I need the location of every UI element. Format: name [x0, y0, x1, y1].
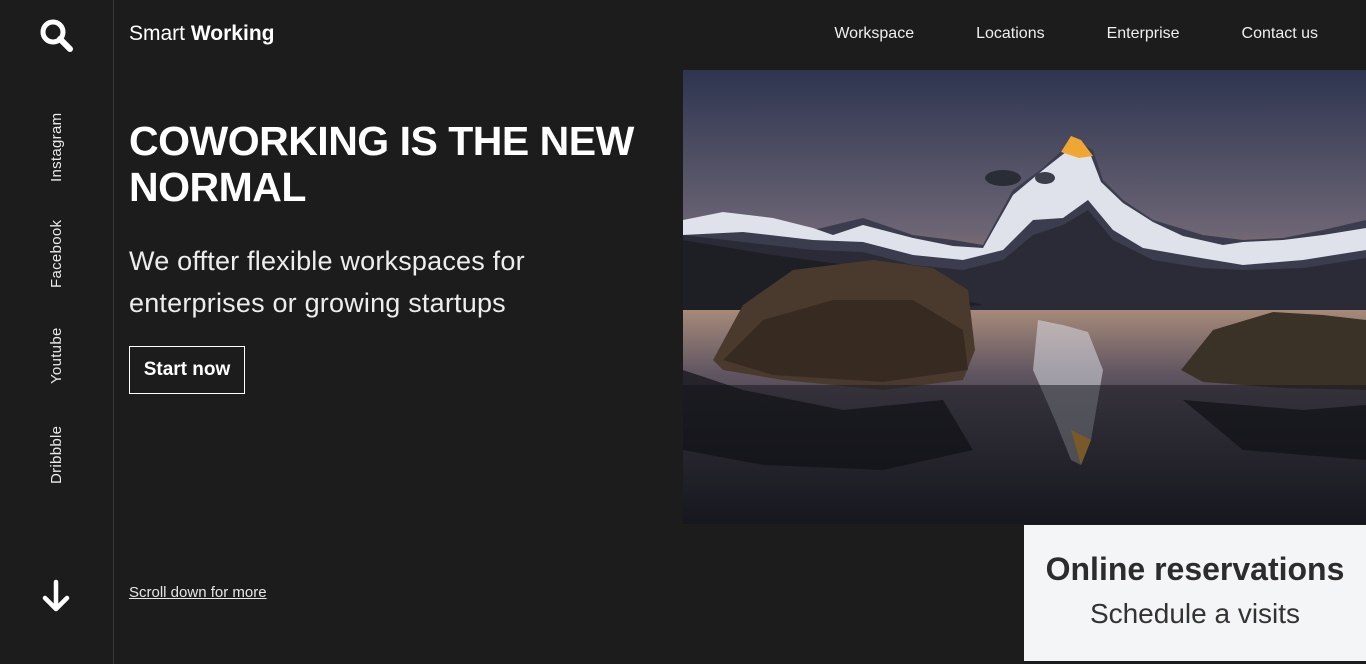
arrow-down-icon: [42, 579, 70, 612]
top-nav: Workspace Locations Enterprise Contact u…: [772, 25, 1318, 43]
social-link-facebook[interactable]: Facebook: [48, 220, 65, 288]
brand-logo[interactable]: Smart Working: [129, 22, 274, 46]
card-title: Online reservations: [1045, 551, 1345, 587]
start-now-button[interactable]: Start now: [129, 346, 245, 394]
nav-contact-us[interactable]: Contact us: [1242, 25, 1318, 43]
nav-enterprise[interactable]: Enterprise: [1107, 25, 1180, 43]
social-link-dribbble[interactable]: Dribbble: [48, 426, 65, 484]
social-link-youtube[interactable]: Youtube: [48, 327, 65, 384]
scroll-down-link[interactable]: Scroll down for more: [129, 584, 267, 601]
search-icon: [40, 19, 73, 52]
scroll-down-button[interactable]: [38, 578, 74, 614]
nav-locations[interactable]: Locations: [976, 25, 1045, 43]
nav-workspace[interactable]: Workspace: [834, 25, 914, 43]
search-button[interactable]: [38, 17, 74, 53]
hero-headline: COWORKING IS THE NEW NORMAL: [129, 118, 634, 210]
brand-light: Smart: [129, 22, 186, 45]
brand-bold: Working: [190, 22, 275, 45]
hero-image: [683, 70, 1366, 524]
hero-subline: We offter flexible workspaces for enterp…: [129, 246, 525, 318]
sidebar: Instagram Facebook Youtube Dribbble: [0, 0, 114, 664]
card-subtitle: Schedule a visits: [1089, 598, 1301, 629]
online-reservations-card[interactable]: Online reservations Schedule a visits: [1024, 525, 1366, 661]
social-link-instagram[interactable]: Instagram: [48, 113, 65, 182]
